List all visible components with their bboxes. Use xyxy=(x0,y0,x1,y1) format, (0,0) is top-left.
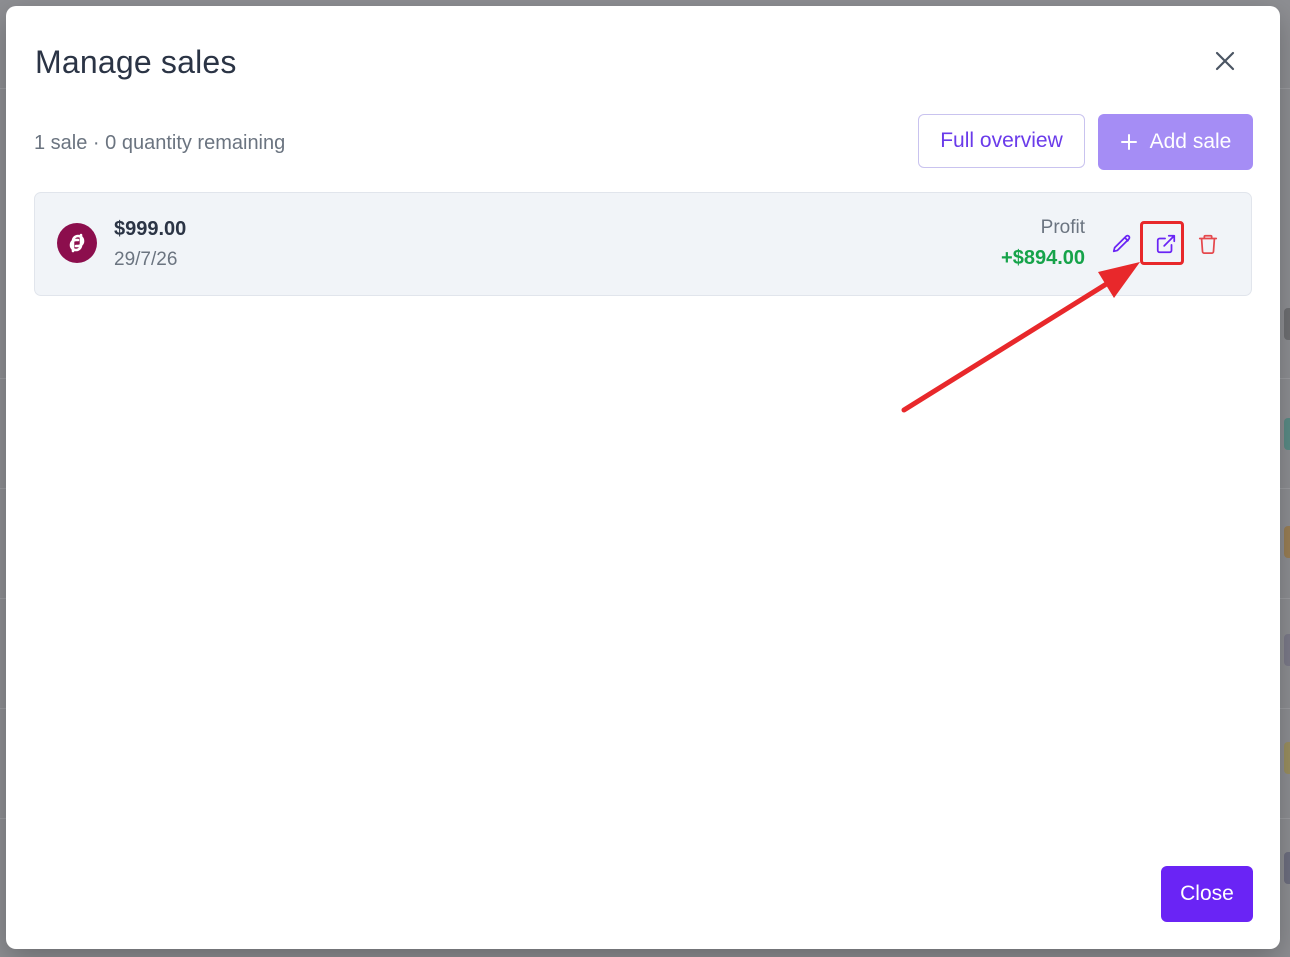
backdrop-chip xyxy=(1284,418,1290,450)
pencil-icon xyxy=(1112,234,1131,253)
add-sale-button[interactable]: Add sale xyxy=(1098,114,1253,170)
close-icon xyxy=(1215,51,1235,71)
add-sale-label: Add sale xyxy=(1149,130,1232,153)
trash-icon xyxy=(1198,234,1218,255)
backdrop-chip xyxy=(1284,852,1290,884)
backdrop-chip xyxy=(1284,526,1290,558)
sale-date: 29/7/26 xyxy=(114,249,178,270)
close-button[interactable]: Close xyxy=(1161,866,1253,922)
poshmark-logo-icon xyxy=(57,223,97,263)
modal-title: Manage sales xyxy=(35,44,237,80)
profit-label: Profit xyxy=(1040,217,1085,238)
sale-item: $999.00 29/7/26 Profit +$894.00 xyxy=(34,192,1252,296)
sale-price: $999.00 xyxy=(114,218,187,240)
annotation-highlight-box xyxy=(1140,221,1184,265)
delete-sale-button[interactable] xyxy=(1193,229,1223,259)
backdrop-chip xyxy=(1284,308,1290,340)
manage-sales-modal: Manage sales 1 sale · 0 quantity remaini… xyxy=(6,6,1280,949)
close-icon-button[interactable] xyxy=(1210,46,1240,76)
backdrop-chip xyxy=(1284,634,1290,666)
sales-summary: 1 sale · 0 quantity remaining xyxy=(34,132,286,154)
full-overview-button[interactable]: Full overview xyxy=(918,114,1085,168)
backdrop-chip xyxy=(1284,742,1290,774)
edit-sale-button[interactable] xyxy=(1107,229,1137,259)
plus-icon xyxy=(1120,134,1137,150)
profit-value: +$894.00 xyxy=(1001,247,1085,269)
